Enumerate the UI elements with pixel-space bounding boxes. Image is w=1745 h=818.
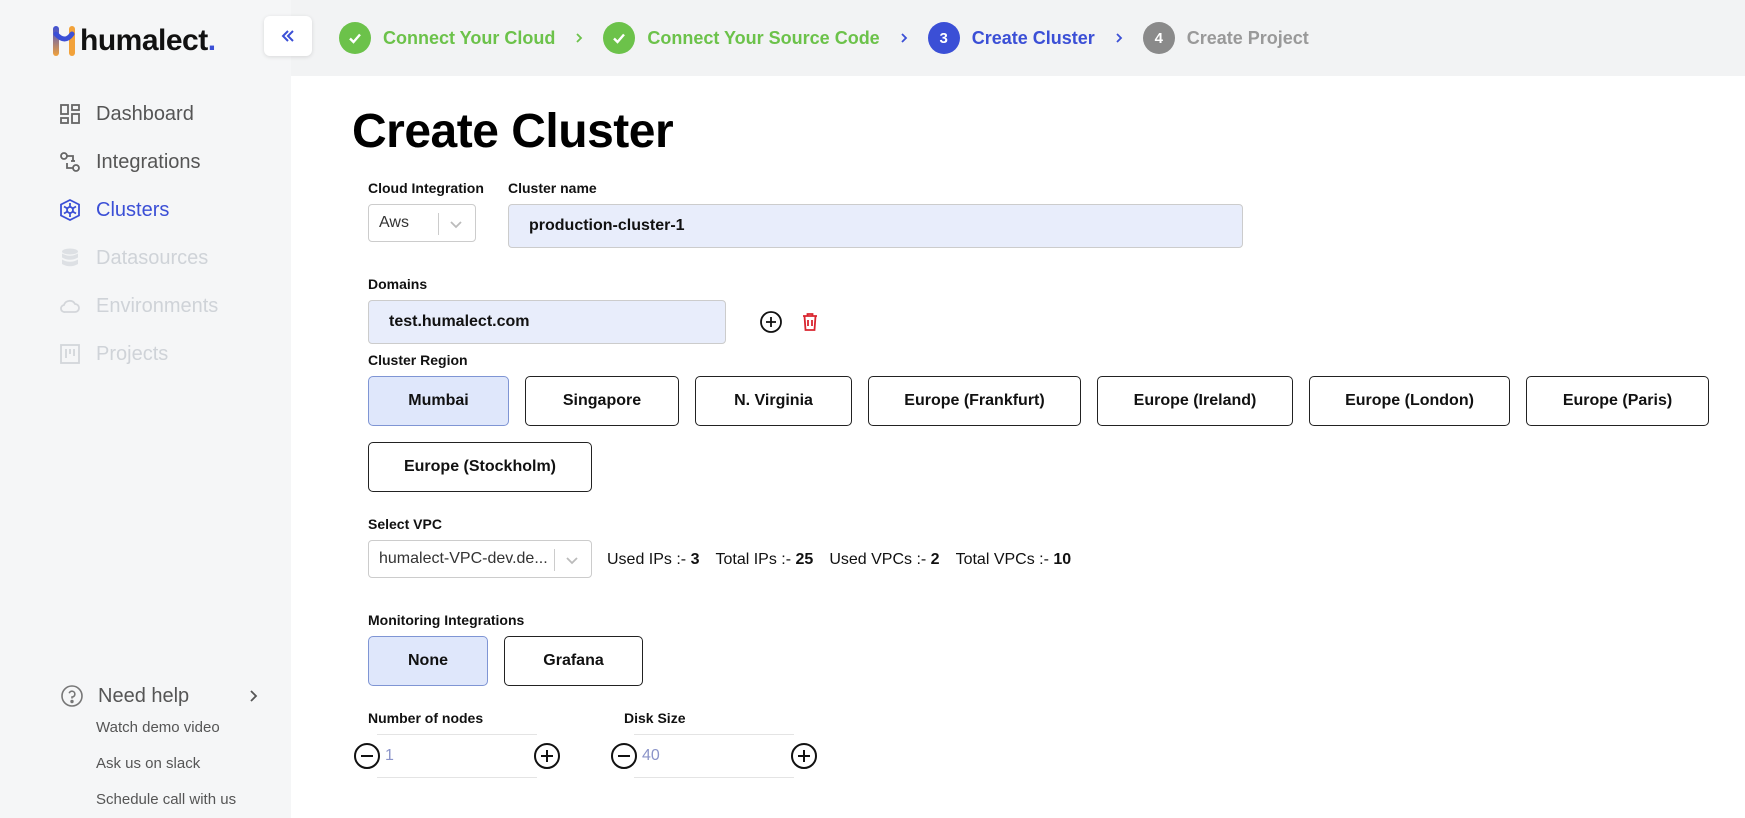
vpc-value: humalect-VPC-dev.de...	[379, 550, 548, 567]
step-label: Connect Your Source Code	[647, 27, 880, 48]
integrations-icon	[58, 150, 82, 174]
check-icon	[339, 22, 371, 54]
select-divider	[554, 549, 555, 571]
sidebar-item-environments[interactable]: Environments	[58, 282, 278, 330]
used-ips-stat: Used IPs :- 3	[607, 551, 700, 568]
help-section: Need help Watch demo video Ask us on sla…	[60, 682, 260, 818]
sidebar-item-label: Environments	[96, 294, 219, 317]
total-ips-stat: Total IPs :- 25	[715, 551, 814, 568]
sidebar-item-clusters[interactable]: Clusters	[58, 186, 278, 234]
sidebar-nav: Dashboard Integrations Clusters Datasour…	[58, 90, 278, 378]
nodes-value[interactable]: 1	[377, 734, 537, 778]
add-domain-button[interactable]	[758, 309, 784, 335]
need-help-toggle[interactable]: Need help	[60, 682, 260, 710]
humalect-logo-icon	[53, 26, 75, 56]
step-label: Connect Your Cloud	[383, 27, 556, 48]
monitoring-option-grafana[interactable]: Grafana	[504, 636, 643, 686]
sidebar-item-datasources[interactable]: Datasources	[58, 234, 278, 282]
kubernetes-icon	[58, 198, 82, 222]
region-option-n-virginia[interactable]: N. Virginia	[695, 376, 852, 426]
cluster-name-label: Cluster name	[508, 180, 597, 196]
sidebar: humalect. Dashboard Integrations Cluster…	[0, 0, 291, 818]
cluster-name-input[interactable]	[508, 204, 1243, 248]
dashboard-icon	[58, 102, 82, 126]
plus-circle-icon	[791, 743, 817, 769]
sidebar-item-projects[interactable]: Projects	[58, 330, 278, 378]
cloud-integration-label: Cloud Integration	[368, 180, 484, 196]
chevron-right-icon	[250, 690, 258, 702]
number-of-nodes-label: Number of nodes	[368, 710, 484, 726]
disk-size-stepper: 40	[610, 734, 818, 778]
plus-circle-icon	[534, 743, 560, 769]
slack-link[interactable]: Ask us on slack	[96, 746, 260, 782]
brand-logo[interactable]: humalect.	[52, 18, 216, 58]
cloud-integration-select[interactable]: Aws	[368, 204, 476, 242]
vpc-stats: Used IPs :- 3 Total IPs :- 25 Used VPCs …	[607, 550, 1087, 570]
sidebar-item-integrations[interactable]: Integrations	[58, 138, 278, 186]
trash-icon	[803, 313, 817, 331]
chevron-down-icon	[566, 557, 578, 565]
monitoring-integrations-label: Monitoring Integrations	[368, 612, 525, 628]
plus-circle-icon	[760, 311, 782, 333]
sidebar-item-label: Projects	[96, 342, 169, 365]
domain-input[interactable]	[368, 300, 726, 344]
domains-label: Domains	[368, 276, 428, 292]
select-vpc-label: Select VPC	[368, 516, 442, 532]
sidebar-item-dashboard[interactable]: Dashboard	[58, 90, 278, 138]
project-board-icon	[58, 342, 82, 366]
region-option-paris[interactable]: Europe (Paris)	[1526, 376, 1709, 426]
step-create-cluster[interactable]: 3 Create Cluster	[927, 22, 1095, 54]
chevron-right-icon	[1113, 32, 1125, 44]
step-connect-source-code[interactable]: Connect Your Source Code	[603, 22, 880, 54]
used-vpcs-stat: Used VPCs :- 2	[829, 551, 940, 568]
brand-name: humalect	[80, 24, 208, 57]
help-circle-icon	[61, 685, 83, 707]
cloud-icon	[58, 294, 82, 318]
cloud-integration-value: Aws	[379, 214, 409, 231]
page-title: Create Cluster	[352, 105, 674, 158]
region-option-mumbai[interactable]: Mumbai	[368, 376, 509, 426]
chevron-right-icon	[898, 32, 910, 44]
cluster-region-label: Cluster Region	[368, 352, 468, 368]
sidebar-item-label: Integrations	[96, 150, 201, 173]
progress-stepper: Connect Your Cloud Connect Your Source C…	[291, 0, 1745, 76]
step-connect-cloud[interactable]: Connect Your Cloud	[339, 22, 555, 54]
double-chevron-left-icon	[281, 30, 294, 42]
delete-domain-button[interactable]	[797, 309, 823, 335]
need-help-label: Need help	[98, 684, 190, 707]
monitoring-option-none[interactable]: None	[368, 636, 488, 686]
main-content: Create Cluster Cloud Integration Aws Clu…	[291, 76, 1745, 818]
step-label: Create Cluster	[971, 27, 1095, 48]
step-number: 3	[927, 22, 960, 54]
region-option-singapore[interactable]: Singapore	[525, 376, 679, 426]
vpc-select[interactable]: humalect-VPC-dev.de...	[368, 540, 592, 578]
select-divider	[438, 213, 439, 235]
step-label: Create Project	[1186, 27, 1309, 48]
database-icon	[58, 246, 82, 270]
increment-disk-button[interactable]	[790, 742, 818, 770]
disk-size-label: Disk Size	[624, 710, 686, 726]
chevron-right-icon	[573, 32, 585, 44]
collapse-sidebar-button[interactable]	[264, 16, 312, 56]
disk-size-value[interactable]: 40	[634, 734, 794, 778]
step-number: 4	[1142, 22, 1175, 54]
sidebar-item-label: Dashboard	[96, 102, 194, 125]
region-option-frankfurt[interactable]: Europe (Frankfurt)	[868, 376, 1081, 426]
nodes-stepper: 1	[353, 734, 561, 778]
region-option-ireland[interactable]: Europe (Ireland)	[1097, 376, 1293, 426]
chevron-down-icon	[450, 221, 462, 229]
increment-nodes-button[interactable]	[533, 742, 561, 770]
sidebar-item-label: Datasources	[96, 246, 209, 269]
total-vpcs-stat: Total VPCs :- 10	[955, 551, 1072, 568]
brand-dot: .	[207, 24, 217, 57]
step-create-project[interactable]: 4 Create Project	[1142, 22, 1309, 54]
region-option-london[interactable]: Europe (London)	[1309, 376, 1510, 426]
region-option-stockholm[interactable]: Europe (Stockholm)	[368, 442, 592, 492]
schedule-call-link[interactable]: Schedule call with us	[96, 782, 260, 818]
check-icon	[603, 22, 636, 54]
sidebar-item-label: Clusters	[96, 198, 170, 221]
watch-demo-link[interactable]: Watch demo video	[96, 710, 260, 746]
